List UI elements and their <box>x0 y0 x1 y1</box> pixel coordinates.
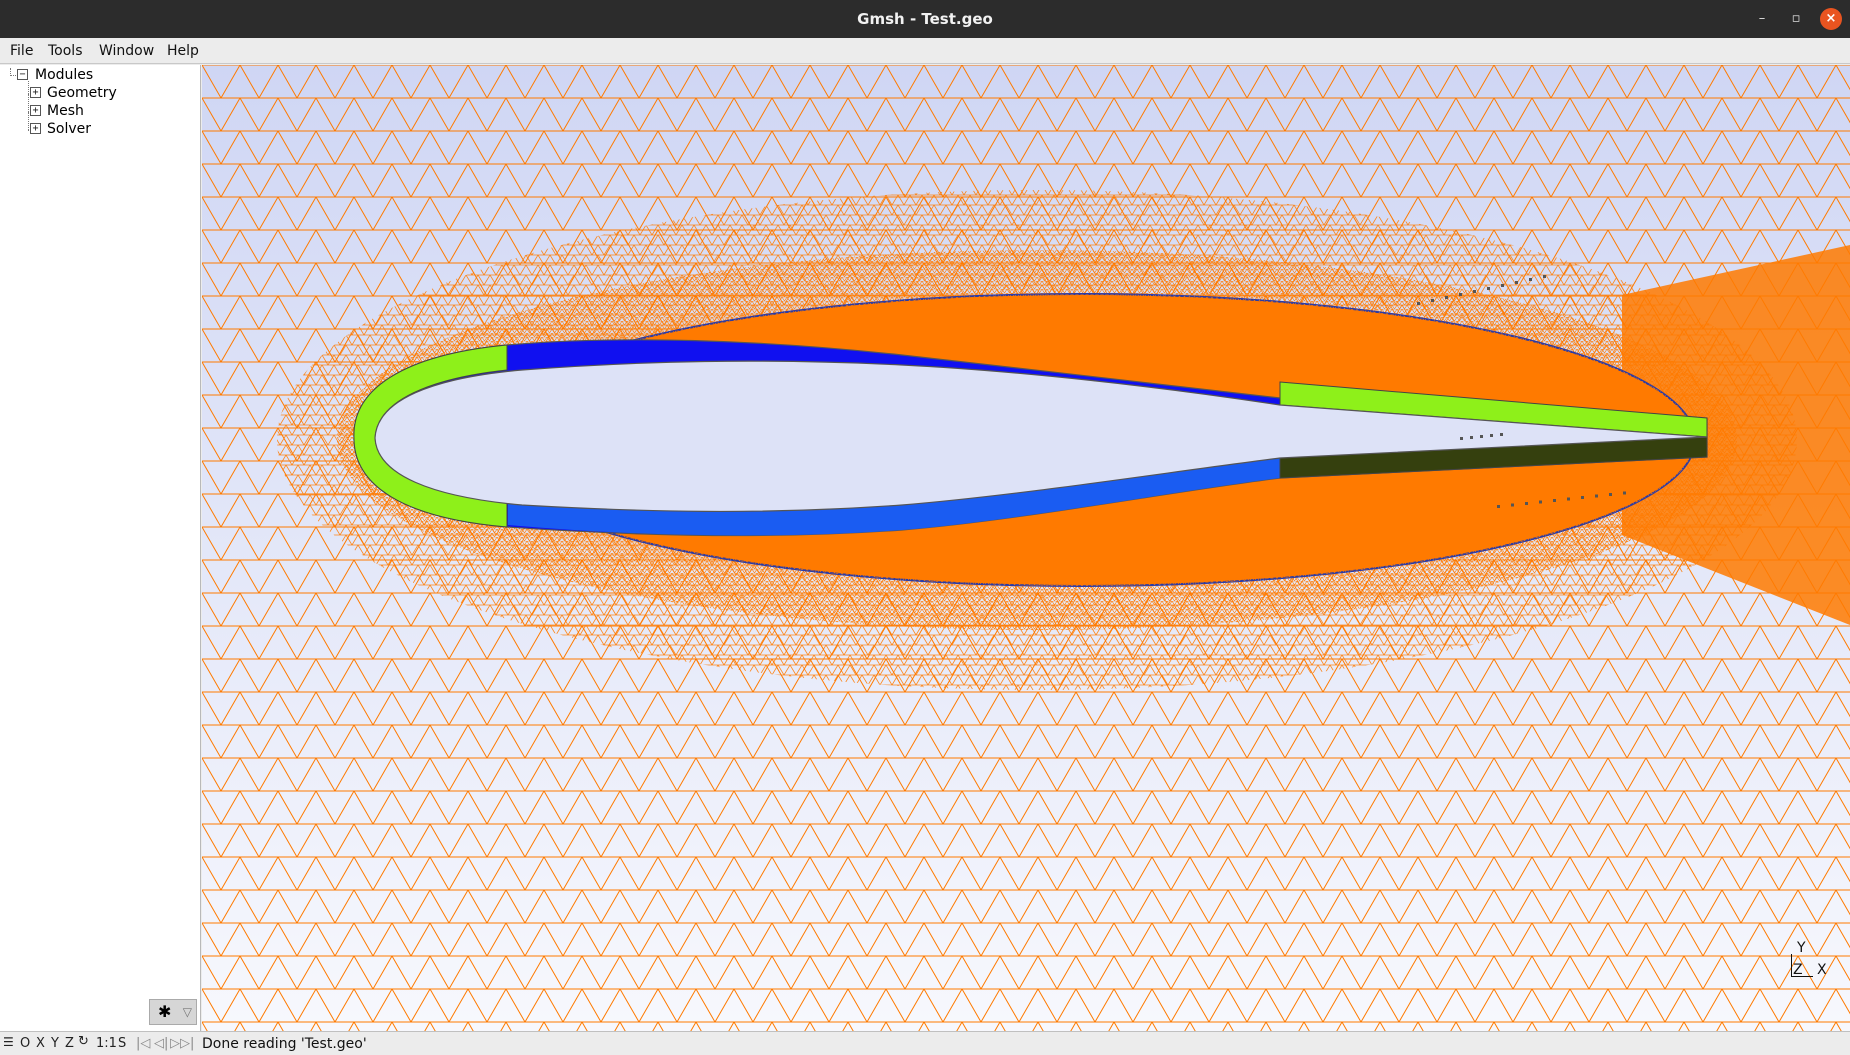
wake-marker <box>1490 434 1493 437</box>
last-step-icon[interactable]: ▷| <box>180 1036 194 1051</box>
options-button[interactable]: ✱ ▽ <box>149 999 197 1025</box>
wake-marker <box>1473 290 1476 293</box>
expand-icon[interactable]: + <box>30 123 41 134</box>
axes-indicator: Y Z X <box>1785 940 1835 992</box>
tree-item-label: Solver <box>47 121 91 137</box>
play-back-icon[interactable]: ◁| <box>154 1036 168 1051</box>
menu-window[interactable]: Window <box>99 43 154 59</box>
wake-marker <box>1497 505 1500 508</box>
expand-icon[interactable]: + <box>30 87 41 98</box>
rotate-icon[interactable]: ↻ <box>78 1034 89 1049</box>
expand-icon[interactable]: + <box>30 105 41 116</box>
tree-item-label: Geometry <box>47 85 117 101</box>
tree-item-label: Mesh <box>47 103 84 119</box>
wake-marker <box>1525 502 1528 505</box>
menu-help[interactable]: Help <box>167 43 199 59</box>
wake-marker <box>1460 437 1463 440</box>
wake-marker <box>1609 493 1612 496</box>
menu-file[interactable]: File <box>10 43 33 59</box>
wake-marker <box>1459 293 1462 296</box>
maximize-icon[interactable]: ▫ <box>1786 9 1806 29</box>
graphics-viewport[interactable]: Y Z X <box>202 65 1850 1031</box>
rotate-origin-button[interactable]: O <box>20 1036 30 1051</box>
title-bar: Gmsh - Test.geo – ▫ × <box>0 0 1850 38</box>
menu-bar: File Tools Window Help <box>0 38 1850 64</box>
status-bar: ☰ O X Y Z ↻ 1:1 S |◁ ◁| ▷ ▷| Done readin… <box>0 1031 1850 1055</box>
wake-marker <box>1539 500 1542 504</box>
axis-y-label: Y <box>1797 940 1806 956</box>
wake-marker <box>1567 497 1570 501</box>
wake-marker <box>1445 296 1448 299</box>
wake-marker <box>1553 499 1556 502</box>
axis-y-line <box>1791 954 1792 976</box>
wake-marker <box>1543 275 1546 278</box>
axis-x-label: X <box>1817 962 1827 978</box>
select-button[interactable]: S <box>118 1036 126 1051</box>
wake-marker <box>1500 433 1503 436</box>
play-icon[interactable]: ▷ <box>170 1036 180 1051</box>
window-title: Gmsh - Test.geo <box>857 10 993 28</box>
tree-connector <box>10 68 11 76</box>
wake-marker <box>1480 435 1483 438</box>
tree-item-label: Modules <box>35 67 94 83</box>
axis-x-line <box>1791 976 1813 977</box>
wake-marker <box>1511 503 1514 507</box>
view-x-button[interactable]: X <box>36 1036 45 1051</box>
wake-marker <box>1623 491 1626 495</box>
dropdown-arrow-icon: ▽ <box>182 1005 192 1019</box>
mesh-canvas[interactable] <box>202 65 1850 1031</box>
view-y-button[interactable]: Y <box>51 1036 59 1051</box>
status-message: Done reading 'Test.geo' <box>202 1036 367 1052</box>
tree-connector <box>28 81 29 130</box>
wake-marker <box>1581 496 1584 499</box>
wake-marker <box>1431 299 1434 302</box>
collapse-icon[interactable]: − <box>17 69 28 80</box>
minimize-icon[interactable]: – <box>1752 9 1772 29</box>
wake-marker <box>1515 281 1518 284</box>
menu-lines-icon[interactable]: ☰ <box>3 1035 14 1049</box>
wake-marker <box>1487 287 1490 290</box>
wake-marker <box>1595 494 1598 498</box>
menu-tools[interactable]: Tools <box>48 43 83 59</box>
close-icon[interactable]: × <box>1820 8 1842 30</box>
first-step-icon[interactable]: |◁ <box>136 1036 150 1051</box>
gear-icon: ✱ <box>158 1002 172 1021</box>
wake-marker <box>1529 278 1532 281</box>
view-z-button[interactable]: Z <box>65 1036 74 1051</box>
reset-scale-button[interactable]: 1:1 <box>96 1036 117 1051</box>
wake-marker <box>1470 436 1473 439</box>
wake-marker <box>1501 284 1504 287</box>
wake-marker <box>1417 302 1420 305</box>
module-tree: − Modules + Geometry + Mesh + Solver <box>0 65 201 1031</box>
